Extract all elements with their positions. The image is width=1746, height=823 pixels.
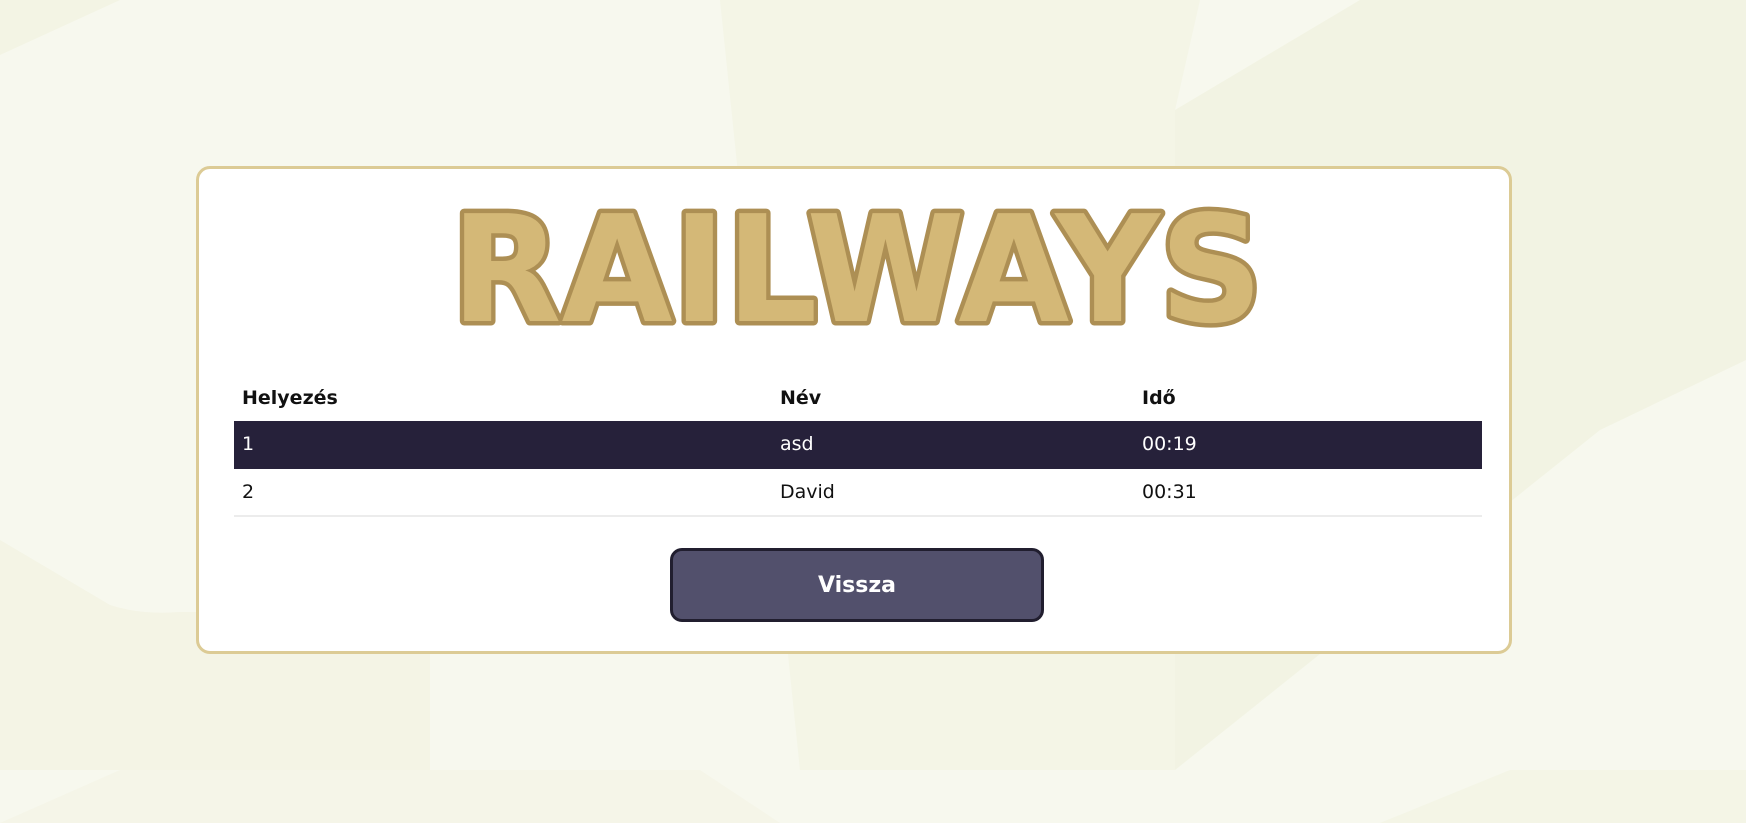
- cell-name: David: [772, 468, 1134, 517]
- header-time: Idő: [1142, 387, 1176, 409]
- table-row: 2 David 00:31: [234, 468, 1482, 517]
- cell-name: asd: [772, 421, 1134, 469]
- table-header-row: Helyezés Név Idő: [234, 375, 1482, 421]
- cell-rank: 2: [234, 468, 772, 517]
- back-button[interactable]: Vissza: [670, 548, 1044, 622]
- cell-rank: 1: [234, 421, 772, 469]
- cell-time: 00:19: [1134, 421, 1482, 469]
- header-rank: Helyezés: [242, 387, 338, 409]
- logo-text: RAILWAYS: [451, 199, 1263, 341]
- table-row: 1 asd 00:19: [234, 421, 1482, 469]
- leaderboard-card: RAILWAYS Helyezés Név Idő 1 asd 00:19 2 …: [196, 166, 1512, 654]
- leaderboard-table: Helyezés Név Idő 1 asd 00:19 2 David 00:…: [234, 375, 1482, 517]
- cell-time: 00:31: [1134, 468, 1482, 517]
- header-name: Név: [780, 387, 822, 409]
- railways-logo: RAILWAYS: [447, 199, 1267, 341]
